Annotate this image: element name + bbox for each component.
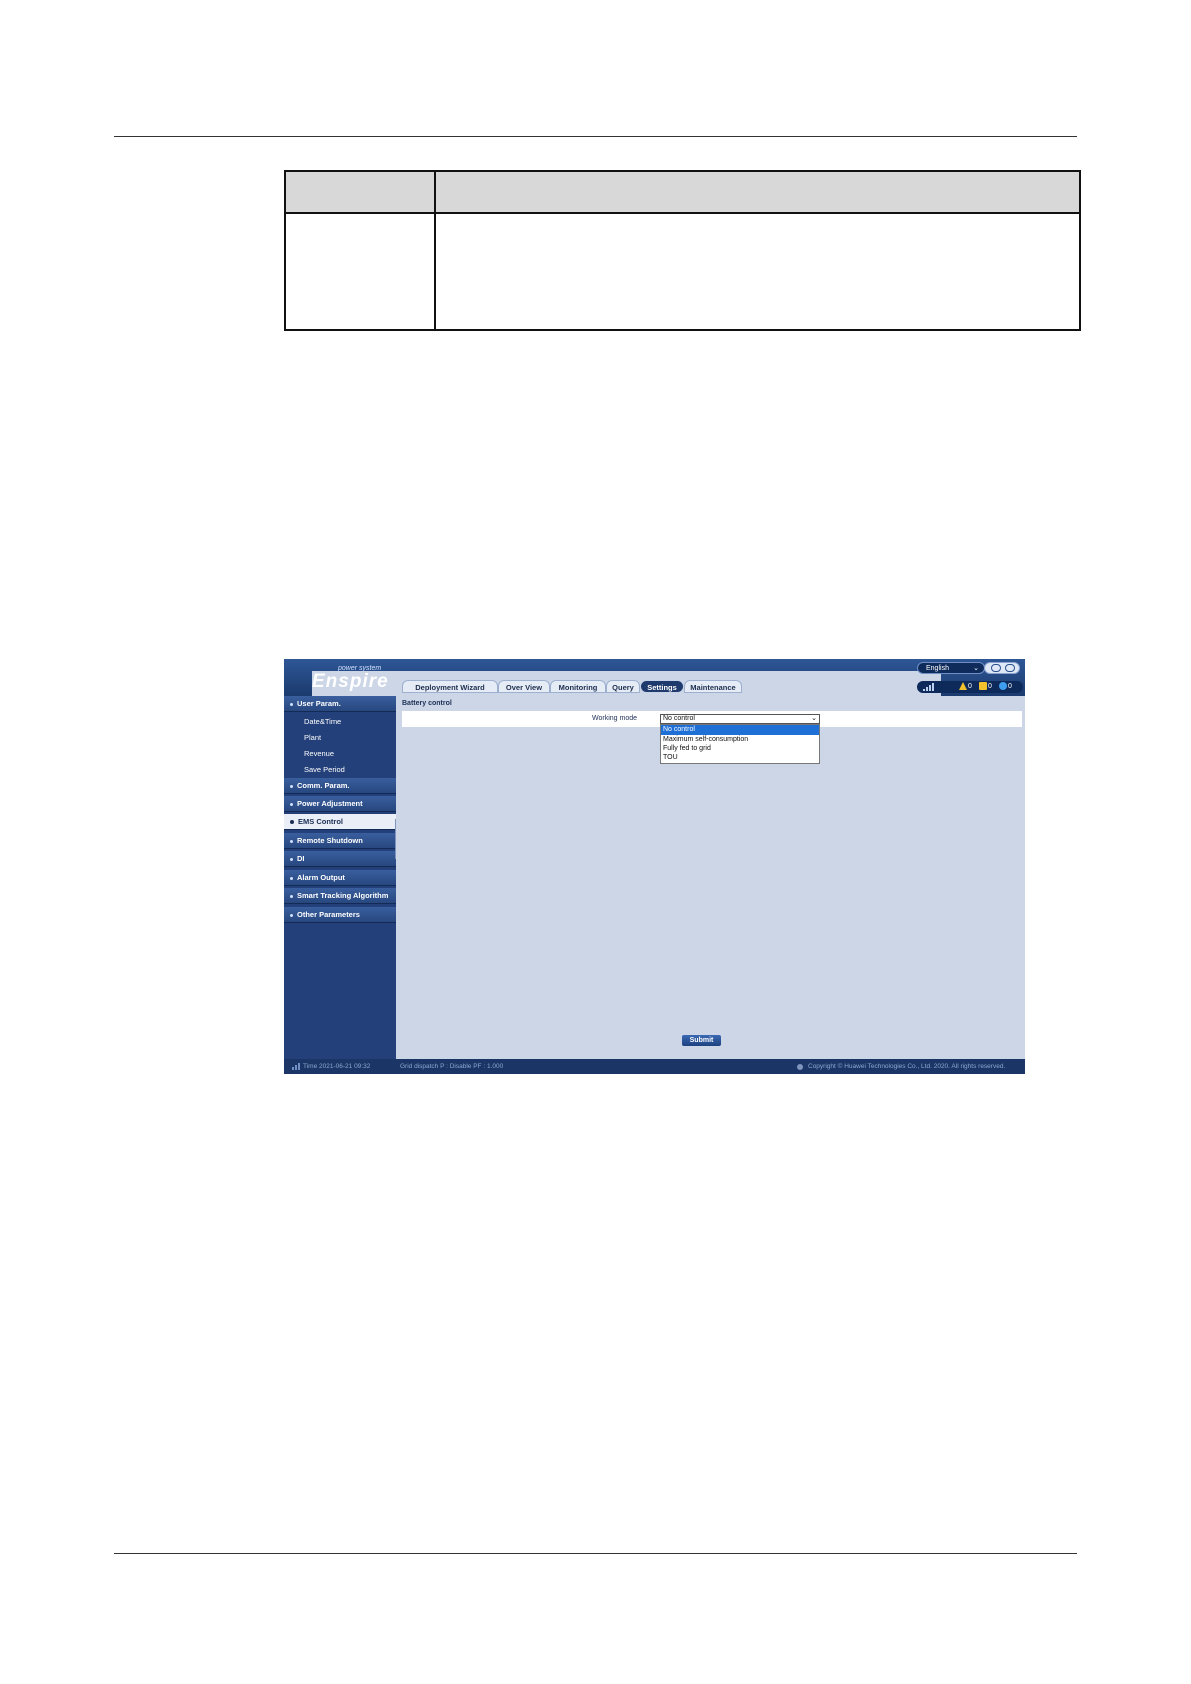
alarm-circle-icon bbox=[999, 682, 1007, 690]
content-panel: Battery control Working mode No control … bbox=[396, 696, 1025, 1059]
huawei-logo-icon bbox=[797, 1064, 803, 1070]
alarm-square-icon bbox=[979, 682, 987, 690]
working-mode-label: Working mode bbox=[592, 715, 638, 722]
tab-deployment-wizard[interactable]: Deployment Wizard bbox=[402, 680, 498, 693]
header-rule bbox=[114, 136, 1077, 137]
option-no-control[interactable]: No control bbox=[661, 725, 819, 735]
working-mode-select[interactable]: No control ⌄ bbox=[660, 714, 820, 724]
signal-icon bbox=[923, 683, 939, 691]
bullet-icon bbox=[290, 784, 293, 788]
bullet-icon bbox=[290, 702, 293, 706]
app-header: power system Enspire English ⌄ Deploymen… bbox=[284, 659, 1025, 1034]
tab-query[interactable]: Query bbox=[606, 680, 640, 693]
footer-copyright: Copyright © Huawei Technologies Co., Ltd… bbox=[808, 1063, 1006, 1070]
sidebar-item-remote-shutdown[interactable]: Remote Shutdown bbox=[284, 833, 396, 849]
sidebar-item-di[interactable]: DI bbox=[284, 851, 396, 867]
footer-dispatch: Grid dispatch P : Disable PF : 1.000 bbox=[400, 1063, 504, 1070]
panel-title: Battery control bbox=[402, 700, 452, 707]
info-icon[interactable] bbox=[991, 664, 1001, 672]
table-header-row bbox=[286, 172, 1079, 214]
footer-time: Time 2021-06-21 09:32 bbox=[303, 1063, 371, 1070]
minor-alarm-count[interactable]: 0 bbox=[979, 682, 992, 692]
language-select[interactable]: English ⌄ bbox=[917, 662, 985, 674]
settings-sidebar: User Param. Date&Time Plant Revenue Save… bbox=[284, 696, 396, 1059]
submit-button[interactable]: Submit bbox=[682, 1035, 721, 1046]
bullet-icon bbox=[290, 802, 293, 806]
enspire-logo: power system Enspire bbox=[312, 664, 941, 1034]
warning-alarm-count[interactable]: 0 bbox=[999, 682, 1012, 692]
sidebar-sub-date-time[interactable]: Date&Time bbox=[304, 717, 341, 726]
bullet-icon bbox=[290, 894, 293, 898]
footer-rule bbox=[114, 1553, 1077, 1554]
chevron-down-icon: ⌄ bbox=[811, 715, 817, 722]
app-footer: Time 2021-06-21 09:32 Grid dispatch P : … bbox=[284, 1059, 1025, 1074]
tab-over-view[interactable]: Over View bbox=[498, 680, 550, 693]
tab-monitoring[interactable]: Monitoring bbox=[550, 680, 606, 693]
status-bar: 0 0 0 bbox=[917, 681, 1023, 693]
sidebar-item-power-adjustment[interactable]: Power Adjustment bbox=[284, 796, 396, 812]
tab-maintenance[interactable]: Maintenance bbox=[684, 680, 742, 693]
bullet-icon bbox=[290, 820, 294, 825]
option-tou[interactable]: TOU bbox=[661, 753, 819, 763]
parameter-table bbox=[284, 170, 1081, 331]
logout-icon[interactable] bbox=[1005, 664, 1015, 672]
chevron-down-icon: ⌄ bbox=[973, 665, 979, 672]
chart-icon bbox=[292, 1063, 300, 1070]
sidebar-item-smart-tracking[interactable]: Smart Tracking Algorithm bbox=[284, 888, 396, 904]
warning-triangle-icon bbox=[959, 682, 967, 690]
sidebar-sub-revenue[interactable]: Revenue bbox=[304, 749, 334, 758]
webui-screenshot: power system Enspire English ⌄ Deploymen… bbox=[284, 659, 1025, 1074]
tab-settings[interactable]: Settings bbox=[640, 680, 684, 693]
bullet-icon bbox=[290, 913, 293, 917]
bullet-icon bbox=[290, 839, 293, 843]
sidebar-item-alarm-output[interactable]: Alarm Output bbox=[284, 870, 396, 886]
bullet-icon bbox=[290, 876, 293, 880]
table-column-divider bbox=[434, 172, 436, 329]
sidebar-item-user-param[interactable]: User Param. bbox=[284, 696, 396, 712]
sidebar-item-comm-param[interactable]: Comm. Param. bbox=[284, 778, 396, 794]
bullet-icon bbox=[290, 857, 293, 861]
major-alarm-count[interactable]: 0 bbox=[959, 682, 972, 692]
sidebar-item-ems-control[interactable]: EMS Control bbox=[284, 814, 396, 830]
working-mode-dropdown: No control Maximum self-consumption Full… bbox=[660, 724, 820, 764]
sidebar-sub-save-period[interactable]: Save Period bbox=[304, 765, 345, 774]
help-logout-group[interactable] bbox=[984, 662, 1020, 674]
sidebar-sub-plant[interactable]: Plant bbox=[304, 733, 321, 742]
sidebar-item-other-parameters[interactable]: Other Parameters bbox=[284, 907, 396, 923]
